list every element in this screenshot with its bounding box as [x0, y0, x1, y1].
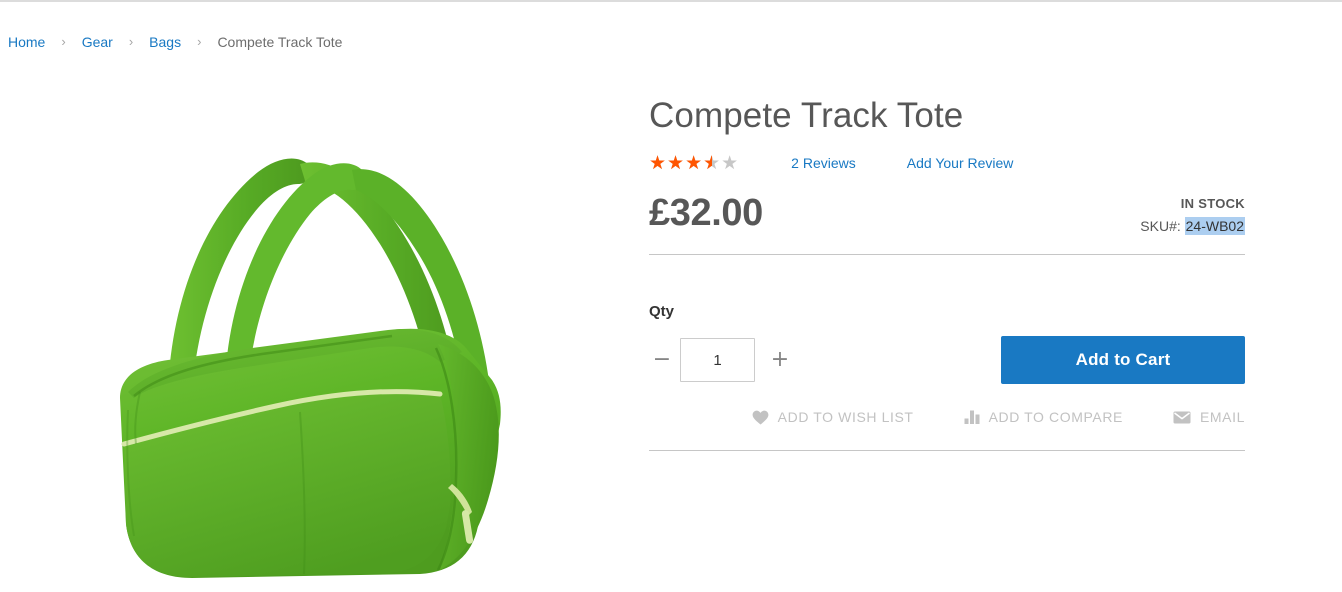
stock-box: IN STOCK SKU#: 24-WB02	[1140, 195, 1245, 236]
email-label: Email	[1199, 409, 1245, 425]
breadcrumb-separator-icon: ›	[197, 34, 202, 49]
add-to-wishlist-link[interactable]: Add to Wish List	[752, 409, 914, 425]
page-title: Compete Track Tote	[649, 96, 964, 135]
envelope-icon	[1173, 411, 1191, 424]
rating-stars[interactable]: ★★★★★ ★★★★★	[649, 152, 739, 174]
rating-row: ★★★★★ ★★★★★ 2 Reviews Add Your Review	[649, 152, 1245, 174]
breadcrumb: Home › Gear › Bags › Compete Track Tote	[8, 33, 342, 51]
product-image-graphic	[120, 158, 501, 578]
stock-status-badge: IN STOCK	[1180, 196, 1245, 211]
sku-line: SKU#: 24-WB02	[1140, 216, 1245, 236]
sku-label: SKU#:	[1140, 218, 1181, 234]
price-block: £32.00 IN STOCK SKU#: 24-WB02	[649, 190, 1245, 246]
qty-decrease-button[interactable]: −	[649, 348, 675, 372]
breadcrumb-item-bags[interactable]: Bags	[149, 33, 181, 51]
breadcrumb-item-gear[interactable]: Gear	[82, 33, 113, 51]
bar-chart-icon	[964, 410, 980, 424]
breadcrumb-item-current: Compete Track Tote	[217, 34, 343, 50]
product-image[interactable]	[0, 80, 620, 580]
add-review-link[interactable]: Add Your Review	[907, 152, 1014, 174]
divider	[649, 254, 1245, 255]
reviews-count-link[interactable]: 2 Reviews	[791, 152, 856, 174]
divider	[649, 450, 1245, 451]
add-to-wishlist-label: Add to Wish List	[777, 409, 914, 425]
qty-label: Qty	[649, 303, 675, 320]
breadcrumb-separator-icon: ›	[61, 34, 66, 49]
secondary-actions: Add to Wish List Add to Compare	[649, 407, 1245, 427]
email-link[interactable]: Email	[1173, 409, 1245, 425]
qty-increase-button[interactable]: +	[767, 348, 793, 372]
sku-value[interactable]: 24-WB02	[1184, 217, 1245, 235]
product-info-panel: Compete Track Tote ★★★★★ ★★★★★ 2 Reviews…	[649, 94, 1245, 451]
breadcrumb-item-home[interactable]: Home	[8, 33, 45, 51]
add-to-compare-link[interactable]: Add to Compare	[964, 409, 1123, 425]
cart-row: − + Add to Cart	[649, 336, 1245, 384]
heart-icon	[752, 410, 769, 425]
breadcrumb-separator-icon: ›	[128, 34, 134, 49]
rating-stars-filled: ★★★★★	[649, 152, 712, 174]
qty-input[interactable]	[680, 338, 755, 382]
product-page: Home › Gear › Bags › Compete Track Tote	[0, 0, 1342, 592]
add-to-compare-label: Add to Compare	[988, 409, 1123, 425]
add-to-cart-button[interactable]: Add to Cart	[1001, 336, 1245, 384]
